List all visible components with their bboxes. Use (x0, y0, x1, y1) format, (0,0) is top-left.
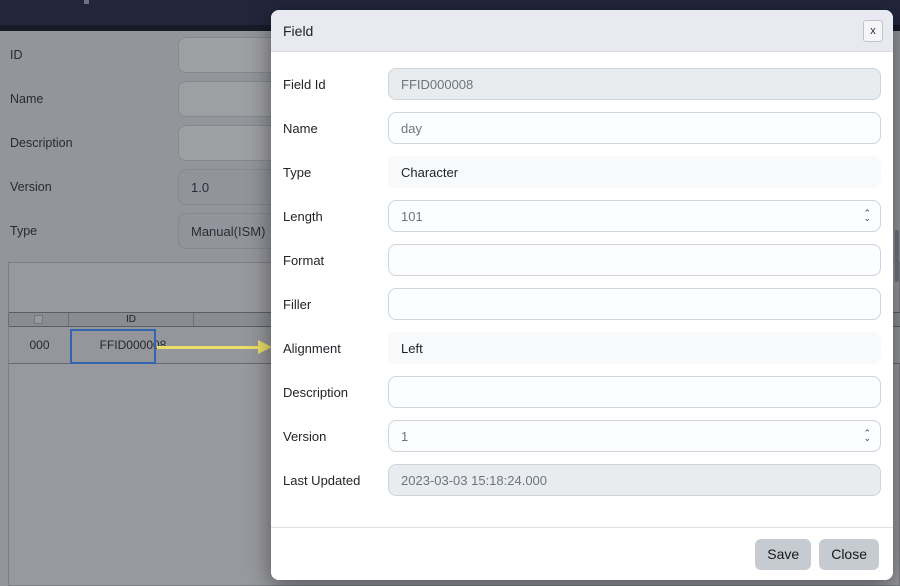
type-label: Type (283, 165, 388, 180)
format-input[interactable] (388, 244, 881, 276)
last-updated-input: 2023-03-03 15:18:24.000 (388, 464, 881, 496)
field-row-version: Version 1 ⌃⌄ (283, 420, 881, 452)
number-spinner-icon[interactable]: ⌃⌄ (863, 431, 871, 441)
close-button[interactable]: Close (819, 539, 879, 570)
field-row-type: Type Character (283, 156, 881, 188)
close-icon[interactable]: x (863, 20, 883, 42)
length-label: Length (283, 209, 388, 224)
page-scrollbar[interactable] (895, 230, 899, 282)
field-id-label: Field Id (283, 77, 388, 92)
field-row-description: Description (283, 376, 881, 408)
last-updated-label: Last Updated (283, 473, 388, 488)
length-value: 101 (401, 209, 423, 224)
annotation-arrow-head-icon (258, 340, 272, 354)
filler-label: Filler (283, 297, 388, 312)
screen: ID Name Description Version Type 1.0 Man… (0, 0, 900, 586)
field-row-alignment: Alignment Left (283, 332, 881, 364)
version-input[interactable]: 1 ⌃⌄ (388, 420, 881, 452)
length-input[interactable]: 101 ⌃⌄ (388, 200, 881, 232)
description-label: Description (283, 385, 388, 400)
filler-input[interactable] (388, 288, 881, 320)
field-modal: Field x Field Id FFID000008 Name day Typ… (271, 10, 893, 580)
field-row-format: Format (283, 244, 881, 276)
name-label: Name (283, 121, 388, 136)
version-label: Version (283, 429, 388, 444)
description-input[interactable] (388, 376, 881, 408)
field-row-field-id: Field Id FFID000008 (283, 68, 881, 100)
modal-title: Field (283, 23, 313, 39)
alignment-value: Left (388, 332, 881, 364)
field-row-length: Length 101 ⌃⌄ (283, 200, 881, 232)
field-row-last-updated: Last Updated 2023-03-03 15:18:24.000 (283, 464, 881, 496)
annotation-arrow (157, 346, 259, 349)
field-row-filler: Filler (283, 288, 881, 320)
alignment-label: Alignment (283, 341, 388, 356)
name-input[interactable]: day (388, 112, 881, 144)
number-spinner-icon[interactable]: ⌃⌄ (863, 211, 871, 221)
field-row-name: Name day (283, 112, 881, 144)
modal-body: Field Id FFID000008 Name day Type Charac… (271, 52, 893, 496)
version-value: 1 (401, 429, 408, 444)
annotation-selection-box (70, 329, 156, 364)
save-button[interactable]: Save (755, 539, 811, 570)
type-value: Character (388, 156, 881, 188)
modal-header: Field x (271, 10, 893, 52)
modal-footer: Save Close (271, 527, 893, 580)
format-label: Format (283, 253, 388, 268)
field-id-input: FFID000008 (388, 68, 881, 100)
